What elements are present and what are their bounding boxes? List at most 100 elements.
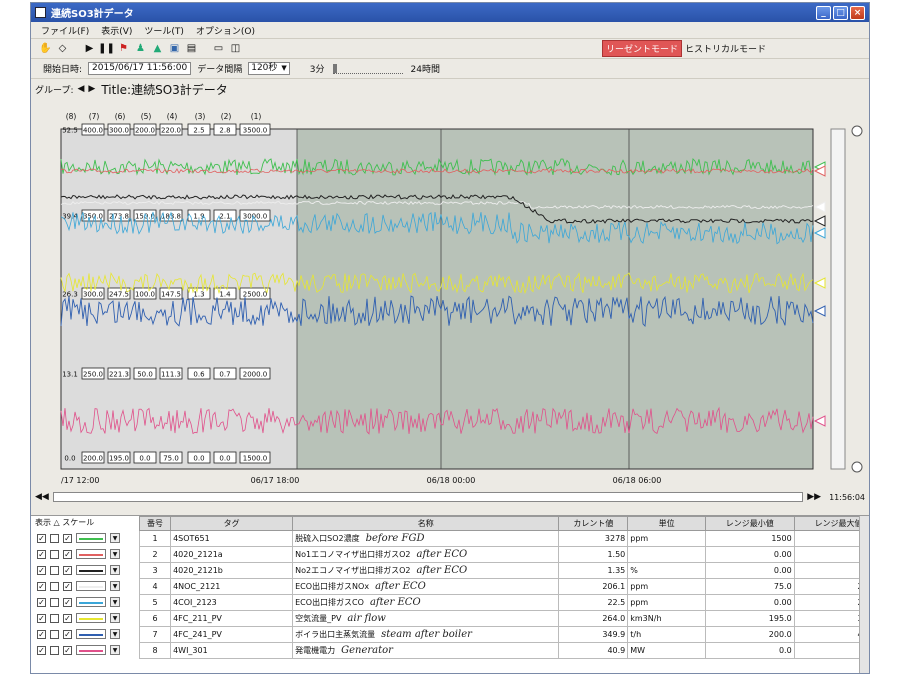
- table-row[interactable]: 2 4020_2121a No1エコノマイザ出口排ガスO2 after ECO 1.50…: [138, 546, 869, 563]
- show-checkbox[interactable]: ✓: [37, 613, 46, 623]
- minimize-button[interactable]: _: [816, 5, 831, 20]
- prev-group-icon[interactable]: ◀: [78, 84, 85, 94]
- scale-checkbox[interactable]: ✓: [63, 581, 72, 591]
- scale-checkbox[interactable]: ✓: [63, 565, 72, 575]
- column-header[interactable]: 名称: [292, 516, 560, 531]
- table-row[interactable]: 7 4FC_241_PV ボイラ出口主蒸気流量 steam after boiler 3…: [138, 626, 869, 643]
- table-row[interactable]: 3 4020_2121b No2エコノマイザ出口排ガスO2 after ECO 1.35…: [138, 562, 869, 579]
- line-color-swatch[interactable]: [76, 549, 106, 559]
- scale-value: 1500.0: [243, 455, 268, 463]
- table-row[interactable]: 84WI_301発電機電力Generator40.9MW0.052.51: [138, 642, 869, 659]
- triangle-checkbox[interactable]: [50, 645, 59, 655]
- column-header[interactable]: レンジ最小値: [704, 516, 795, 531]
- show-checkbox[interactable]: ✓: [37, 645, 46, 655]
- interval-select[interactable]: 120秒 ▼: [248, 62, 290, 75]
- flag-icon[interactable]: ⚑: [117, 42, 130, 55]
- handwritten-note: before FGD: [365, 533, 425, 544]
- menu-view[interactable]: 表示(V): [101, 24, 132, 37]
- triangle-checkbox[interactable]: [50, 629, 59, 639]
- line-color-swatch[interactable]: [76, 613, 106, 623]
- realtime-mode-button[interactable]: リーゼントモード: [601, 40, 682, 57]
- column-header[interactable]: カレント値: [558, 516, 629, 531]
- chevron-down-icon: ▼: [281, 64, 287, 72]
- chevron-down-icon[interactable]: ▼: [110, 629, 120, 639]
- tile-icon[interactable]: ◫: [229, 42, 242, 55]
- image-icon[interactable]: ▣: [168, 42, 181, 55]
- show-checkbox[interactable]: ✓: [37, 565, 46, 575]
- line-color-swatch[interactable]: [76, 597, 106, 607]
- scale-value: 13.1: [62, 371, 78, 379]
- eraser-icon[interactable]: ◇: [56, 42, 69, 55]
- export-icon[interactable]: ▤: [185, 42, 198, 55]
- line-color-swatch[interactable]: [76, 581, 106, 591]
- tag-cell: 4020_2121b: [170, 562, 294, 579]
- mountain-icon[interactable]: ▲: [151, 42, 164, 55]
- line-color-swatch[interactable]: [76, 629, 106, 639]
- scale-value: 195.0: [109, 455, 129, 463]
- row-number: 6: [138, 610, 172, 627]
- name-cell: ECO出口排ガスNOx after ECO: [292, 578, 560, 595]
- line-color-swatch[interactable]: [76, 533, 106, 543]
- current-value-cell: 206.1: [558, 578, 629, 595]
- slider-knob[interactable]: [332, 63, 337, 73]
- chevron-down-icon[interactable]: ▼: [110, 613, 120, 623]
- tag-name: No2エコノマイザ出口排ガスO2: [295, 566, 411, 575]
- triangle-checkbox[interactable]: [50, 549, 59, 559]
- tag-name: 空気流量_PV: [295, 614, 342, 623]
- show-checkbox[interactable]: ✓: [37, 597, 46, 607]
- triangle-checkbox[interactable]: [50, 533, 59, 543]
- chevron-down-icon[interactable]: ▼: [110, 597, 120, 607]
- hand-icon[interactable]: ✋: [39, 42, 52, 55]
- table-row[interactable]: 14SOT651脱硫入口SO2濃度before FGD3278ppm150035…: [138, 530, 869, 547]
- close-button[interactable]: ×: [850, 5, 865, 20]
- chevron-down-icon[interactable]: ▼: [110, 645, 120, 655]
- play-icon[interactable]: ▶: [83, 42, 96, 55]
- person-icon[interactable]: ♟: [134, 42, 147, 55]
- scale-checkbox[interactable]: ✓: [63, 629, 72, 639]
- triangle-checkbox[interactable]: [50, 597, 59, 607]
- next-group-icon[interactable]: ▶: [88, 84, 95, 94]
- table-scrollbar[interactable]: [859, 516, 869, 673]
- historical-mode-button[interactable]: ヒストリカルモード: [682, 41, 769, 56]
- menu-file[interactable]: ファイル(F): [41, 24, 89, 37]
- scale-checkbox[interactable]: ✓: [63, 597, 72, 607]
- maximize-button[interactable]: □: [833, 5, 848, 20]
- line-color-swatch[interactable]: [76, 645, 106, 655]
- table-row[interactable]: 4 4NOC_2121 ECO出口排ガスNOx after ECO 206.1 ppm 75…: [138, 578, 869, 595]
- span-slider[interactable]: [332, 63, 403, 74]
- line-color-swatch[interactable]: [76, 565, 106, 575]
- start-datetime-field[interactable]: 2015/06/17 11:56:00: [88, 62, 192, 75]
- triangle-checkbox[interactable]: [50, 581, 59, 591]
- chevron-down-icon[interactable]: ▼: [110, 581, 120, 591]
- handwritten-note: after ECO: [416, 565, 468, 576]
- current-value-cell: 22.5: [558, 594, 629, 611]
- scroll-right-icon[interactable]: ▶▶: [807, 492, 821, 502]
- unit-cell: ppm: [627, 578, 706, 595]
- column-header[interactable]: タグ: [170, 516, 294, 531]
- show-checkbox[interactable]: ✓: [37, 533, 46, 543]
- menu-options[interactable]: オプション(O): [196, 24, 255, 37]
- time-scrollbar[interactable]: [52, 492, 804, 502]
- chevron-down-icon[interactable]: ▼: [110, 549, 120, 559]
- column-header[interactable]: 番号: [138, 516, 172, 531]
- scale-checkbox[interactable]: ✓: [63, 613, 72, 623]
- show-checkbox[interactable]: ✓: [37, 629, 46, 639]
- table-row[interactable]: 6 4FC_211_PV 空気流量_PV air flow 264.0 km3N/h 195…: [138, 610, 869, 627]
- scale-checkbox[interactable]: ✓: [63, 645, 72, 655]
- triangle-checkbox[interactable]: [50, 613, 59, 623]
- show-checkbox[interactable]: ✓: [37, 549, 46, 559]
- menu-tools[interactable]: ツール(T): [144, 24, 184, 37]
- show-checkbox[interactable]: ✓: [37, 581, 46, 591]
- triangle-checkbox[interactable]: [50, 565, 59, 575]
- column-header[interactable]: 単位: [627, 516, 706, 531]
- pause-icon[interactable]: ❚❚: [98, 42, 115, 55]
- chevron-down-icon[interactable]: ▼: [110, 533, 120, 543]
- table-row[interactable]: 5 4COI_2123 ECO出口排ガスCO after ECO 22.5 ppm 0.00…: [138, 594, 869, 611]
- trend-chart[interactable]: (8) (7) (6) (5) (4) (3) (2) (1) 52.5 400.0 300.0 20…: [31, 111, 870, 489]
- scale-checkbox[interactable]: ✓: [63, 549, 72, 559]
- scale-checkbox[interactable]: ✓: [63, 533, 72, 543]
- scroll-left-icon[interactable]: ◀◀: [35, 492, 49, 502]
- window-icon[interactable]: ▭: [212, 42, 225, 55]
- tag-name: ECO出口排ガスNOx: [295, 582, 370, 591]
- chevron-down-icon[interactable]: ▼: [110, 565, 120, 575]
